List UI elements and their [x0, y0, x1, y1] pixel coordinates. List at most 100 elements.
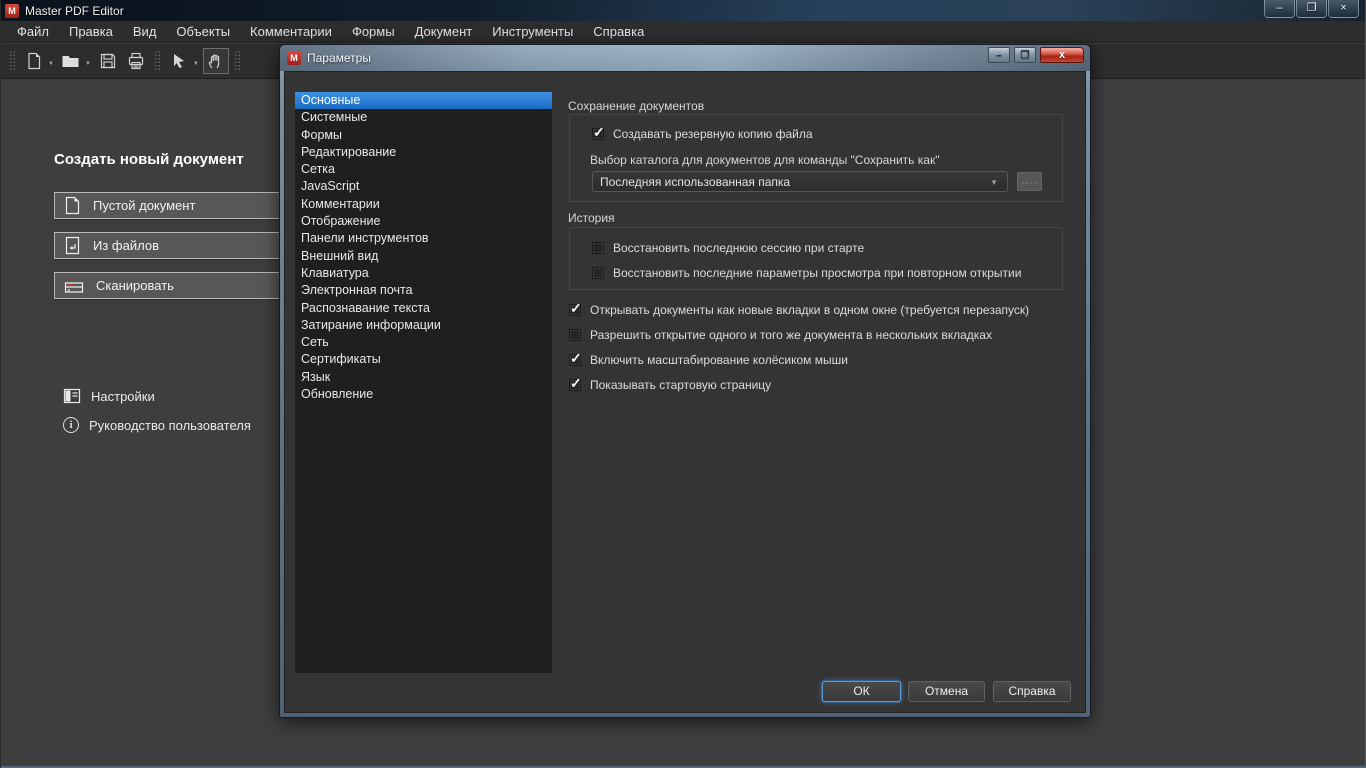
dialog-titlebar: M Параметры – ❐ x	[280, 45, 1090, 71]
category-editing[interactable]: Редактирование	[295, 144, 552, 161]
category-redaction[interactable]: Затирание информации	[295, 317, 552, 334]
settings-label: Настройки	[91, 388, 155, 404]
user-guide-link[interactable]: i Руководство пользователя	[63, 417, 251, 433]
combobox-value: Последняя использованная папка	[600, 174, 791, 189]
menu-file[interactable]: Файл	[7, 21, 59, 43]
browse-button[interactable]: ....	[1017, 172, 1042, 191]
hand-tool-button[interactable]	[202, 48, 229, 74]
restore-session-checkbox[interactable]: Восстановить последнюю сессию при старте	[592, 241, 864, 255]
category-text-recognition[interactable]: Распознавание текста	[295, 300, 552, 317]
checkbox-box	[569, 329, 581, 341]
category-keyboard[interactable]: Клавиатура	[295, 265, 552, 282]
dialog-close-button[interactable]: x	[1040, 47, 1084, 63]
cancel-button[interactable]: Отмена	[908, 681, 985, 702]
show-start-page-checkbox[interactable]: ✓ Показывать стартовую страницу	[569, 375, 772, 392]
menu-objects[interactable]: Объекты	[166, 21, 240, 43]
ok-button[interactable]: ОК	[822, 681, 901, 702]
restore-view-params-label: Восстановить последние параметры просмот…	[613, 266, 1022, 280]
blank-document-icon	[64, 196, 81, 215]
settings-dialog: M Параметры – ❐ x Основные Системные Фор…	[279, 44, 1091, 718]
category-certificates[interactable]: Сертификаты	[295, 351, 552, 368]
select-tool-button[interactable]	[166, 48, 192, 74]
mouse-wheel-zoom-checkbox[interactable]: ✓ Включить масштабирование колёсиком мыш…	[569, 350, 848, 367]
toolbar-grip[interactable]	[233, 50, 241, 72]
master-pdf-editor-window: M Master PDF Editor – ❐ × Файл Правка Ви…	[0, 0, 1366, 768]
close-button[interactable]: ×	[1328, 0, 1359, 18]
save-button[interactable]	[95, 48, 121, 74]
restore-button[interactable]: ❐	[1296, 0, 1327, 18]
show-start-page-label: Показывать стартовую страницу	[590, 378, 772, 392]
menu-help[interactable]: Справка	[583, 21, 654, 43]
category-appearance[interactable]: Внешний вид	[295, 248, 552, 265]
category-system[interactable]: Системные	[295, 109, 552, 126]
save-as-directory-combobox[interactable]: Последняя использованная папка ▼	[592, 171, 1008, 192]
dialog-restore-button[interactable]: ❐	[1014, 47, 1036, 63]
settings-icon	[63, 387, 81, 405]
category-toolbars[interactable]: Панели инструментов	[295, 230, 552, 247]
app-logo-icon: M	[5, 3, 19, 18]
scan-label: Сканировать	[96, 278, 174, 293]
from-files-icon	[64, 236, 81, 255]
menu-tools[interactable]: Инструменты	[482, 21, 583, 43]
open-as-tabs-label: Открывать документы как новые вкладки в …	[590, 303, 1030, 317]
menu-comments[interactable]: Комментарии	[240, 21, 342, 43]
open-dropdown-arrow[interactable]: ▼	[85, 61, 91, 67]
save-icon	[100, 53, 116, 69]
help-button[interactable]: Справка	[993, 681, 1071, 702]
category-language[interactable]: Язык	[295, 369, 552, 386]
window-controls: – ❐ ×	[1263, 0, 1359, 18]
checkbox-box: ✓	[569, 350, 582, 366]
allow-same-document-checkbox[interactable]: Разрешить открытие одного и того же доку…	[569, 328, 992, 342]
menu-edit[interactable]: Правка	[59, 21, 123, 43]
category-general[interactable]: Основные	[295, 92, 552, 110]
new-document-button[interactable]	[21, 48, 47, 74]
open-folder-icon	[62, 56, 79, 67]
settings-link[interactable]: Настройки	[63, 387, 155, 405]
history-section-title: История	[568, 211, 615, 225]
category-grid[interactable]: Сетка	[295, 161, 552, 178]
category-javascript[interactable]: JavaScript	[295, 178, 552, 195]
dialog-minimize-button[interactable]: –	[988, 47, 1010, 63]
menu-forms[interactable]: Формы	[342, 21, 405, 43]
hand-tool-icon	[209, 54, 220, 68]
category-comments[interactable]: Комментарии	[295, 196, 552, 213]
backup-copy-label: Создавать резервную копию файла	[613, 127, 813, 141]
scanner-icon	[64, 278, 84, 294]
new-document-icon	[28, 52, 41, 70]
print-button[interactable]	[123, 48, 149, 74]
backup-copy-checkbox[interactable]: ✓ Создавать резервную копию файла	[592, 125, 813, 141]
menu-view[interactable]: Вид	[123, 21, 167, 43]
open-button[interactable]	[58, 48, 84, 74]
category-network[interactable]: Сеть	[295, 334, 552, 351]
category-forms[interactable]: Формы	[295, 127, 552, 144]
new-document-dropdown-arrow[interactable]: ▼	[48, 61, 54, 67]
minimize-button[interactable]: –	[1264, 0, 1295, 18]
checkbox-box	[592, 267, 604, 279]
dialog-app-logo-icon: M	[287, 51, 301, 65]
restore-session-label: Восстановить последнюю сессию при старте	[613, 241, 865, 255]
restore-view-params-checkbox[interactable]: Восстановить последние параметры просмот…	[592, 266, 1021, 280]
open-as-tabs-checkbox[interactable]: ✓ Открывать документы как новые вкладки …	[569, 301, 1030, 317]
category-display[interactable]: Отображение	[295, 213, 552, 230]
category-email[interactable]: Электронная почта	[295, 282, 552, 299]
scan-button[interactable]: Сканировать	[54, 272, 294, 299]
window-title: Master PDF Editor	[25, 3, 124, 18]
main-titlebar: M Master PDF Editor – ❐ ×	[1, 0, 1365, 21]
dialog-window-controls: – ❐ x	[988, 47, 1084, 63]
category-update[interactable]: Обновление	[295, 386, 552, 403]
chevron-down-icon: ▼	[990, 178, 998, 187]
allow-same-document-label: Разрешить открытие одного и того же доку…	[590, 328, 992, 342]
from-files-label: Из файлов	[93, 238, 159, 253]
toolbar-grip[interactable]	[153, 50, 161, 72]
select-tool-dropdown-arrow[interactable]: ▼	[193, 61, 199, 67]
info-icon: i	[63, 417, 79, 433]
create-new-document-heading: Создать новый документ	[54, 151, 244, 168]
checkbox-box	[592, 242, 604, 254]
from-files-button[interactable]: Из файлов	[54, 232, 294, 259]
select-arrow-icon	[173, 54, 184, 68]
menu-document[interactable]: Документ	[405, 21, 483, 43]
blank-document-label: Пустой документ	[93, 198, 196, 213]
checkbox-box: ✓	[569, 375, 582, 391]
toolbar-grip[interactable]	[9, 50, 16, 72]
blank-document-button[interactable]: Пустой документ	[54, 192, 294, 219]
